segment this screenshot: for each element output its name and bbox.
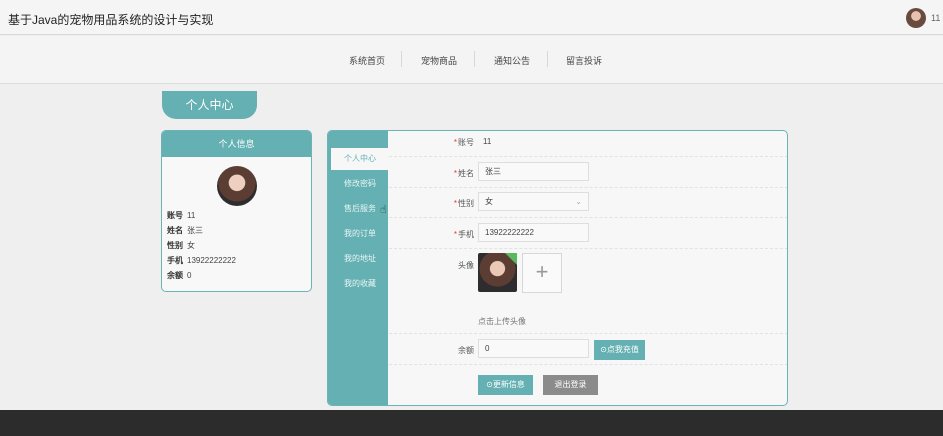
- side-menu: 个人中心 修改密码 售后服务 我的订单 我的地址 我的收藏: [328, 131, 388, 405]
- page-title-tab: 个人中心: [162, 91, 257, 119]
- update-info-button[interactable]: ⊙更新信息: [478, 375, 533, 395]
- profile-edit-panel: 个人中心 修改密码 售后服务 我的订单 我的地址 我的收藏 *账号 11 *姓名…: [327, 130, 788, 406]
- menu-item-profile[interactable]: 个人中心: [331, 148, 388, 170]
- row-divider: [389, 156, 787, 157]
- hand-cursor-icon: ☝: [380, 204, 387, 216]
- info-row-phone: 手机 13922222222: [167, 256, 236, 265]
- phone-label: *手机: [453, 230, 474, 239]
- row-divider: [389, 364, 787, 365]
- info-row-account: 账号 11: [167, 211, 196, 220]
- uploaded-avatar-thumbnail[interactable]: [478, 253, 517, 292]
- recharge-button[interactable]: ⊙点我充值: [594, 340, 645, 360]
- info-row-gender: 性别女: [167, 241, 195, 250]
- info-row-name: 姓名 张三: [167, 226, 203, 235]
- nav-divider: [547, 51, 548, 67]
- page-footer: [0, 410, 943, 436]
- name-field[interactable]: 张三: [478, 162, 589, 181]
- top-bar: 基于Java的宠物用品系统的设计与实现 11: [0, 0, 943, 35]
- nav-item-products[interactable]: 宠物商品: [421, 54, 457, 67]
- menu-item-favorites[interactable]: 我的收藏: [328, 273, 388, 295]
- menu-item-orders[interactable]: 我的订单: [328, 223, 388, 245]
- nav-divider: [401, 51, 402, 67]
- account-value: 11: [483, 137, 492, 146]
- nav-item-feedback[interactable]: 留言投诉: [566, 54, 602, 67]
- gender-select[interactable]: 女 ⌄: [478, 192, 589, 211]
- account-label: *账号: [453, 138, 474, 147]
- nav-item-notices[interactable]: 通知公告: [494, 54, 530, 67]
- upload-hint: 点击上传头像: [478, 317, 526, 326]
- name-label: *姓名: [453, 169, 474, 178]
- menu-item-change-password[interactable]: 修改密码: [328, 173, 388, 195]
- nav-item-home[interactable]: 系统首页: [349, 54, 385, 67]
- info-row-balance: 余额 0: [167, 271, 192, 280]
- user-avatar-icon[interactable]: [906, 8, 926, 28]
- user-name[interactable]: 11: [931, 13, 940, 23]
- row-divider: [389, 248, 787, 249]
- balance-label: 余额: [458, 346, 474, 355]
- profile-avatar: [217, 166, 257, 206]
- chevron-down-icon: ⌄: [575, 197, 582, 206]
- logout-button[interactable]: 退出登录: [543, 375, 598, 395]
- balance-field: 0: [478, 339, 589, 358]
- menu-item-address[interactable]: 我的地址: [328, 248, 388, 270]
- row-divider: [389, 187, 787, 188]
- menu-item-after-sales[interactable]: 售后服务: [328, 198, 388, 220]
- upload-plus-button[interactable]: +: [522, 253, 562, 293]
- row-divider: [389, 333, 787, 334]
- check-icon: [505, 253, 517, 265]
- app-title: 基于Java的宠物用品系统的设计与实现: [8, 13, 214, 27]
- phone-field[interactable]: 13922222222: [478, 223, 589, 242]
- gender-label: *性别: [453, 199, 474, 208]
- profile-info-card: 个人信息 账号 11 姓名 张三 性别女 手机 13922222222 余额 0: [161, 130, 312, 292]
- nav-divider: [474, 51, 475, 67]
- row-divider: [389, 217, 787, 218]
- avatar-label: 头像: [458, 261, 474, 270]
- profile-card-title: 个人信息: [162, 131, 311, 157]
- main-nav: 系统首页 宠物商品 通知公告 留言投诉: [0, 36, 943, 84]
